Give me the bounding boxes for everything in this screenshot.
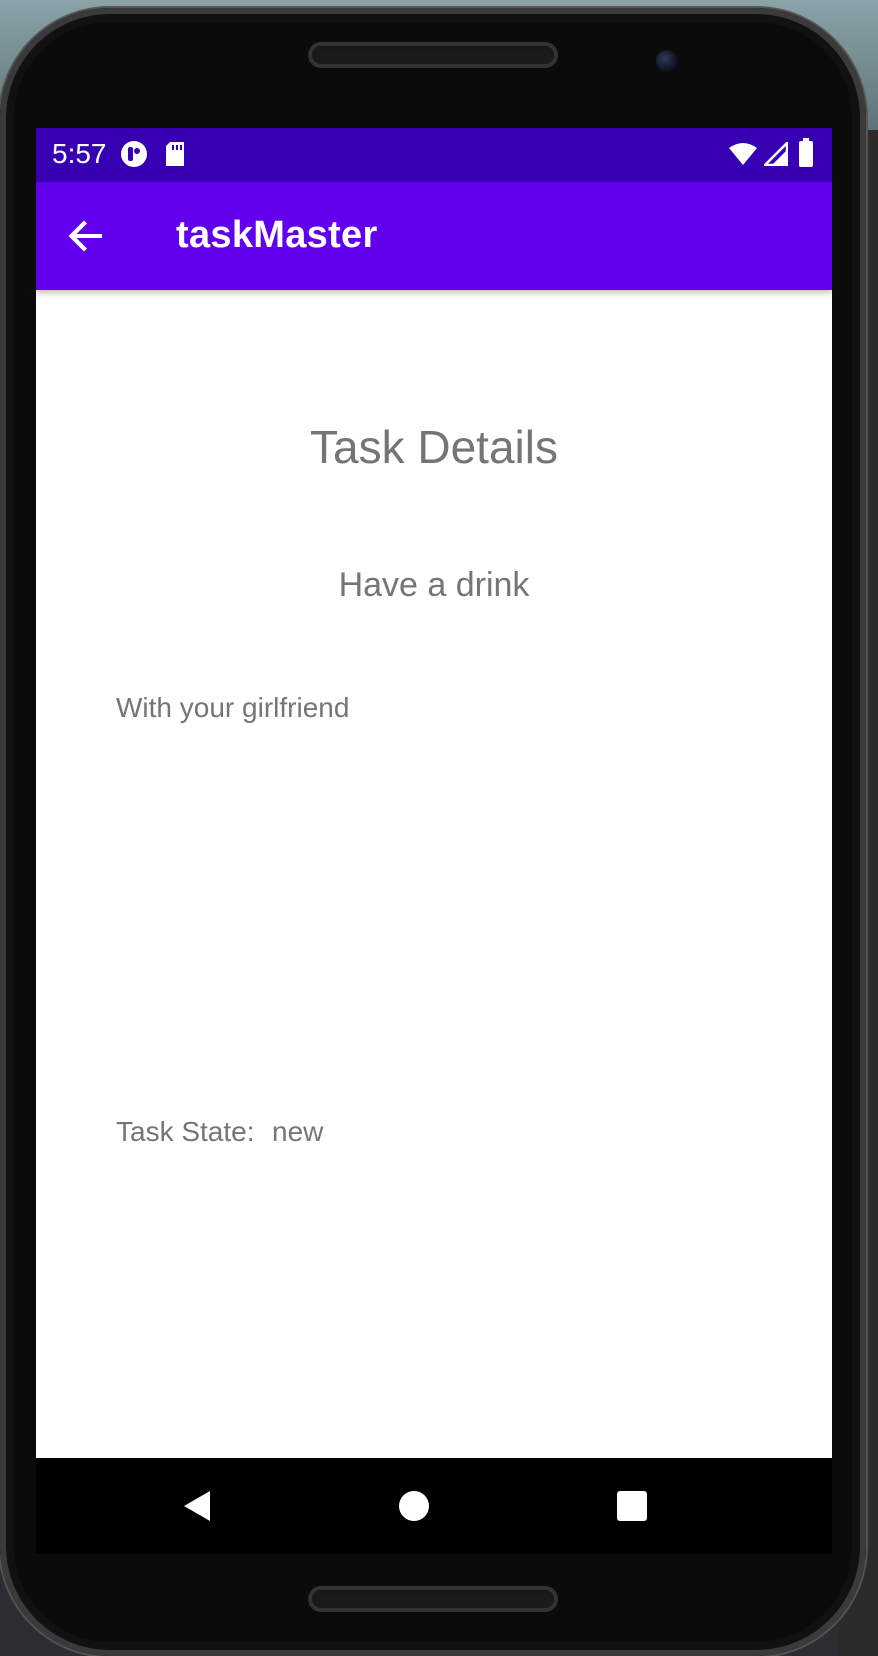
task-state-label: Task State: <box>116 1116 255 1147</box>
bottom-speaker <box>308 1586 558 1612</box>
battery-icon <box>798 138 814 173</box>
task-body: With your girlfriend <box>116 692 350 723</box>
task-state-value: new <box>272 1116 324 1147</box>
signal-icon <box>761 139 789 171</box>
status-time: 5:57 <box>52 138 107 169</box>
arrow-back-icon[interactable] <box>62 212 110 260</box>
sd-card-icon <box>164 140 186 173</box>
top-speaker <box>308 42 558 68</box>
navigation-bar <box>36 1458 832 1554</box>
home-circle-icon[interactable] <box>394 1486 434 1526</box>
app-bar: taskMaster <box>36 182 832 290</box>
wifi-icon <box>728 142 758 171</box>
page-title: Task Details <box>310 421 558 473</box>
device-screen: 5:57 taskMaster Task Details Have a drin… <box>36 128 832 1458</box>
recents-square-icon[interactable] <box>612 1486 652 1526</box>
task-detail-content: Task Details Have a drink With your girl… <box>36 290 832 1458</box>
app-title: taskMaster <box>176 214 378 256</box>
status-bar: 5:57 <box>36 128 832 182</box>
notification-app-icon <box>120 140 148 173</box>
back-triangle-icon[interactable] <box>176 1486 216 1526</box>
task-title: Have a drink <box>338 566 530 604</box>
front-camera <box>656 50 678 72</box>
